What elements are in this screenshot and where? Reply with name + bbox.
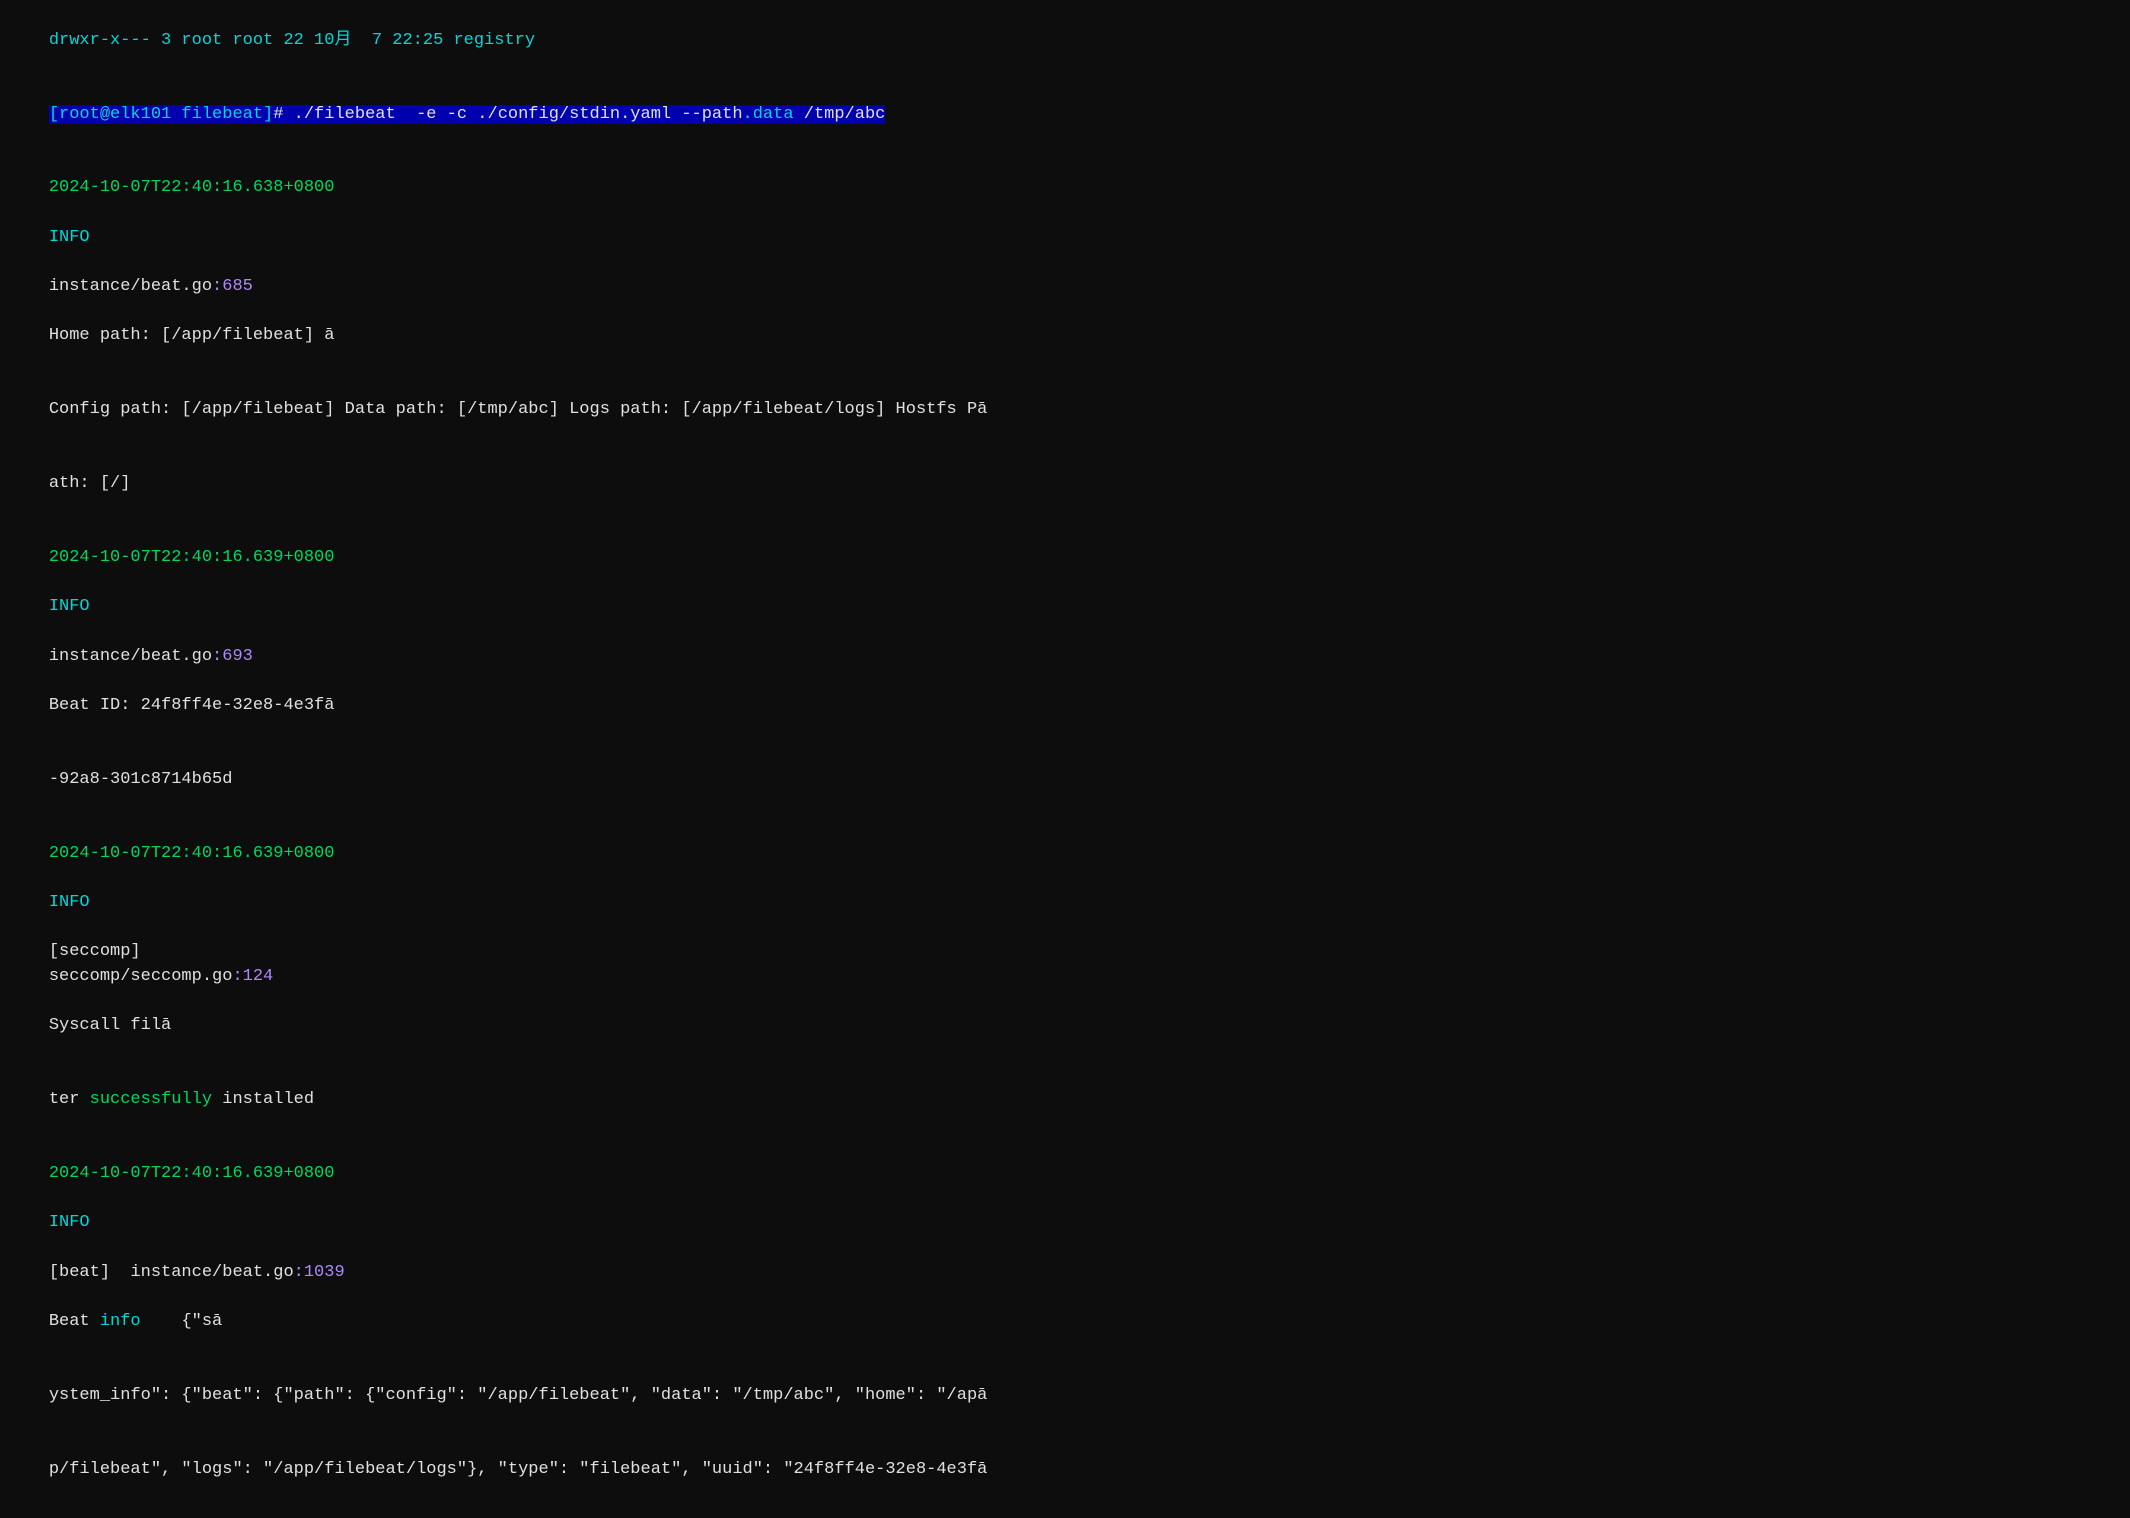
log-msg-2: Beat ID: 24f8ff4e-32e8-4e3fā [49, 696, 335, 715]
terminal-window: drwxr-x--- 3 root root 22 10月 7 22:25 re… [0, 0, 2130, 1518]
spacer [49, 671, 90, 690]
log-cont-4c: p/filebeat", "logs": "/app/filebeat/logs… [49, 1460, 988, 1479]
spacer [49, 918, 90, 937]
log-line-4b: ystem_info": {"beat": {"path": {"config"… [8, 1359, 2122, 1433]
command-path-data: .data [743, 105, 794, 124]
log-line-1c: ath: [/] [8, 448, 2122, 522]
log-line-1b: Config path: [/app/filebeat] Data path: … [8, 374, 2122, 448]
prompt-text: [root@elk101 filebeat]# ./filebeat -e -c… [49, 105, 886, 124]
log-lineno-2: :693 [212, 647, 253, 666]
dir-listing-line: drwxr-x--- 3 root root 22 10月 7 22:25 re… [8, 4, 2122, 78]
log-cont-3b-success: successfully [90, 1090, 212, 1109]
log-line-4c: p/filebeat", "logs": "/app/filebeat/logs… [8, 1433, 2122, 1507]
log-cont-3b-1: ter [49, 1090, 90, 1109]
spacer [49, 203, 90, 222]
timestamp-1: 2024-10-07T22:40:16.638+0800 [49, 178, 335, 197]
log-line-4d: -92a8-301c8714b65d"}}} [8, 1507, 2122, 1518]
log-line-3a: 2024-10-07T22:40:16.639+0800 INFO [secco… [8, 817, 2122, 1063]
timestamp-3: 2024-10-07T22:40:16.639+0800 [49, 844, 335, 863]
log-cont-4b: ystem_info": {"beat": {"path": {"config"… [49, 1386, 988, 1405]
log-level-3: INFO [49, 893, 90, 912]
log-level-2: INFO [49, 597, 90, 616]
log-msg-3: Syscall filā [49, 1016, 171, 1035]
log-msg-4a: Beat [49, 1312, 100, 1331]
log-cont-2b: -92a8-301c8714b65d [49, 770, 233, 789]
spacer [49, 573, 90, 592]
spacer [49, 1189, 90, 1208]
command-text: ./filebeat -e -c ./config/stdin.yaml --p… [294, 105, 743, 124]
log-cont-3b-2: installed [212, 1090, 314, 1109]
spacer [49, 622, 90, 641]
log-line-2a: 2024-10-07T22:40:16.639+0800 INFO instan… [8, 521, 2122, 743]
command-prompt-line: [root@elk101 filebeat]# ./filebeat -e -c… [8, 78, 2122, 152]
spacer [49, 252, 90, 271]
log-line-4a: 2024-10-07T22:40:16.639+0800 INFO [beat]… [8, 1137, 2122, 1359]
spacer [49, 868, 90, 887]
log-source-1: instance/beat.go [49, 277, 212, 296]
timestamp-2: 2024-10-07T22:40:16.639+0800 [49, 548, 335, 567]
log-cont-1c: ath: [/] [49, 474, 131, 493]
log-cont-1b: Config path: [/app/filebeat] Data path: … [49, 400, 988, 419]
log-lineno-4: :1039 [294, 1263, 345, 1282]
log-line-2b: -92a8-301c8714b65d [8, 743, 2122, 817]
log-module-4: [beat] instance/beat.go [49, 1263, 294, 1282]
timestamp-4: 2024-10-07T22:40:16.639+0800 [49, 1164, 335, 1183]
log-msg-1: Home path: [/app/filebeat] ā [49, 326, 335, 345]
dir-listing-text: drwxr-x--- 3 root root 22 10月 7 22:25 re… [49, 31, 535, 50]
spacer [49, 302, 90, 321]
log-lineno-3: :124 [232, 967, 273, 986]
spacer [49, 1287, 90, 1306]
log-level-1: INFO [49, 228, 90, 247]
log-line-3b: ter successfully installed [8, 1064, 2122, 1138]
log-source-3: seccomp/seccomp.go [49, 967, 233, 986]
log-line-1a: 2024-10-07T22:40:16.638+0800 INFO instan… [8, 152, 2122, 374]
prompt-user: [root@elk101 filebeat] [49, 105, 273, 124]
log-source-2: instance/beat.go [49, 647, 212, 666]
log-msg-4b: {"sā [141, 1312, 223, 1331]
spacer [49, 992, 90, 1011]
log-lineno-1: :685 [212, 277, 253, 296]
log-module-3: [seccomp] [49, 942, 182, 961]
command-path-value: /tmp/abc [794, 105, 886, 124]
spacer [49, 1238, 90, 1257]
prompt-hash: # [273, 105, 293, 124]
log-info-4: info [100, 1312, 141, 1331]
log-level-4: INFO [49, 1213, 90, 1232]
